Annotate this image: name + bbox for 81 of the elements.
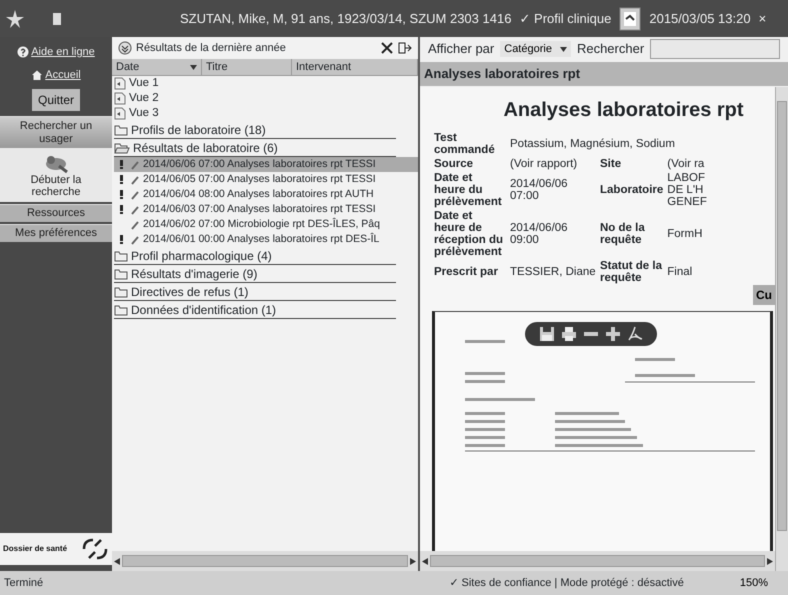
- field-label: Prescrit par: [433, 265, 499, 280]
- sidebar-link[interactable]: Aide en ligne: [0, 41, 112, 64]
- home-icon: [31, 68, 44, 81]
- result-row[interactable]: 2014/06/03 07:00 Analyses laboratoires rpt TESSI: [114, 202, 418, 217]
- vertical-scrollbar[interactable]: [775, 86, 788, 571]
- section-header[interactable]: Mes préférences: [0, 224, 112, 242]
- result-row[interactable]: 2014/06/01 00:00 Analyses laboratoires rpt DES-ÎL: [114, 232, 418, 247]
- column-header[interactable]: Date: [112, 59, 202, 75]
- close-button[interactable]: ×: [758, 8, 766, 28]
- scroll-right-icon[interactable]: [767, 558, 773, 564]
- section-header[interactable]: Rechercher un usager: [0, 116, 112, 148]
- date-time: 2015/03/05 13:20: [649, 10, 751, 28]
- section-header[interactable]: Ressources: [0, 204, 112, 222]
- folder-icon[interactable]: [114, 250, 128, 262]
- horizontal-scrollbar[interactable]: [112, 551, 418, 571]
- security-zone: ✓ Sites de confiance | Mode protégé : désactivé: [449, 576, 684, 591]
- field-value: 2014/06/06 07:00: [509, 176, 569, 204]
- view-item[interactable]: Vue 3: [129, 104, 159, 122]
- status-message: Terminé: [4, 576, 44, 591]
- report-header: Analyses laboratoires rpt: [420, 62, 788, 86]
- zoom-in-icon[interactable]: [605, 326, 621, 342]
- result-row[interactable]: 2014/06/06 07:00 Analyses laboratoires rpt TESSI: [114, 157, 418, 172]
- print-icon[interactable]: [561, 326, 577, 342]
- view-item[interactable]: Vue 2: [129, 90, 159, 108]
- folder-label[interactable]: Résultats d'imagerie (9): [131, 264, 258, 282]
- search-field[interactable]: [650, 39, 780, 59]
- column-header[interactable]: Titre: [202, 59, 292, 75]
- folder-label[interactable]: Résultats de laboratoire (6): [133, 138, 278, 156]
- field-value: Potassium, Magnésium, Sodium: [509, 136, 676, 152]
- result-row[interactable]: 2014/06/04 08:00 Analyses laboratoires rpt AUTH: [114, 187, 418, 202]
- column-header[interactable]: Intervenant: [292, 59, 418, 75]
- scroll-left-icon[interactable]: [114, 558, 120, 564]
- help-icon: [17, 46, 30, 58]
- logo-icon: [81, 537, 109, 561]
- field-label: No de la requête: [599, 220, 646, 248]
- logo-text: Dossier de santé: [3, 543, 68, 555]
- field-value: Final: [666, 265, 694, 280]
- exit-icon[interactable]: [398, 41, 412, 55]
- scroll-left-icon[interactable]: [422, 558, 428, 564]
- report-title: Analyses laboratoires rpt: [502, 98, 745, 122]
- quit-button[interactable]: Quitter: [32, 89, 80, 111]
- tri-curve-icon[interactable]: [627, 326, 643, 342]
- folder-label[interactable]: Directives de refus (1): [131, 282, 248, 300]
- result-row[interactable]: 2014/06/05 07:00 Analyses laboratoires rpt TESSI: [114, 172, 418, 187]
- caret-icon: [560, 46, 567, 52]
- patient-info: SZUTAN, Mike, M, 91 ans, 1923/03/14, SZUM 2303 1416: [180, 10, 512, 28]
- category-dropdown[interactable]: Catégorie: [500, 40, 571, 58]
- expand-circle-icon[interactable]: [118, 41, 132, 55]
- search-label: Rechercher: [576, 40, 644, 58]
- folder-label[interactable]: Données d'identification (1): [131, 300, 276, 318]
- folder-label[interactable]: Profil pharmacologique (4): [131, 246, 272, 264]
- save-icon[interactable]: [539, 326, 555, 342]
- panel-title: Résultats de la dernière année: [136, 40, 287, 56]
- folder-icon[interactable]: [114, 268, 128, 280]
- field-label: Test commandé: [433, 130, 496, 157]
- field-label: Laboratoire: [599, 182, 664, 198]
- view-by-label: Afficher par: [428, 40, 494, 58]
- sidebar-link[interactable]: Accueil: [0, 64, 112, 86]
- view-item[interactable]: Vue 1: [129, 76, 159, 92]
- field-value: 2014/06/06 09:00: [509, 220, 569, 248]
- field-label: Date et heure de réception du prélèvement: [433, 208, 504, 260]
- folder-icon[interactable]: [114, 304, 128, 316]
- folder-label[interactable]: Profils de laboratoire (18): [131, 120, 266, 138]
- field-value: (Voir ra: [666, 156, 706, 171]
- field-label: Date et heure du prélèvement: [433, 170, 503, 209]
- field-value: TESSIER, Diane: [509, 265, 597, 280]
- field-value: FormH: [666, 226, 704, 242]
- folder-icon[interactable]: [114, 286, 128, 298]
- profile-link[interactable]: ✓ Profil clinique: [519, 8, 612, 28]
- folder-icon[interactable]: [114, 124, 128, 136]
- zoom-button[interactable]: 150%: [734, 574, 774, 592]
- open-folder-icon[interactable]: [114, 142, 130, 154]
- result-row[interactable]: 2014/06/02 07:00 Microbiologie rpt DES-ÎLES, Pâq: [114, 217, 418, 232]
- field-label: Statut de la requête: [599, 259, 663, 286]
- field-value: LABOF DE L'H GENEF: [666, 170, 708, 209]
- field-label: Source: [433, 156, 474, 171]
- cut-button[interactable]: Cu: [753, 285, 775, 306]
- field-label: Site: [599, 156, 622, 171]
- scroll-right-icon[interactable]: [410, 558, 416, 564]
- field-value: (Voir rapport): [509, 156, 578, 171]
- horizontal-scrollbar[interactable]: [420, 551, 775, 571]
